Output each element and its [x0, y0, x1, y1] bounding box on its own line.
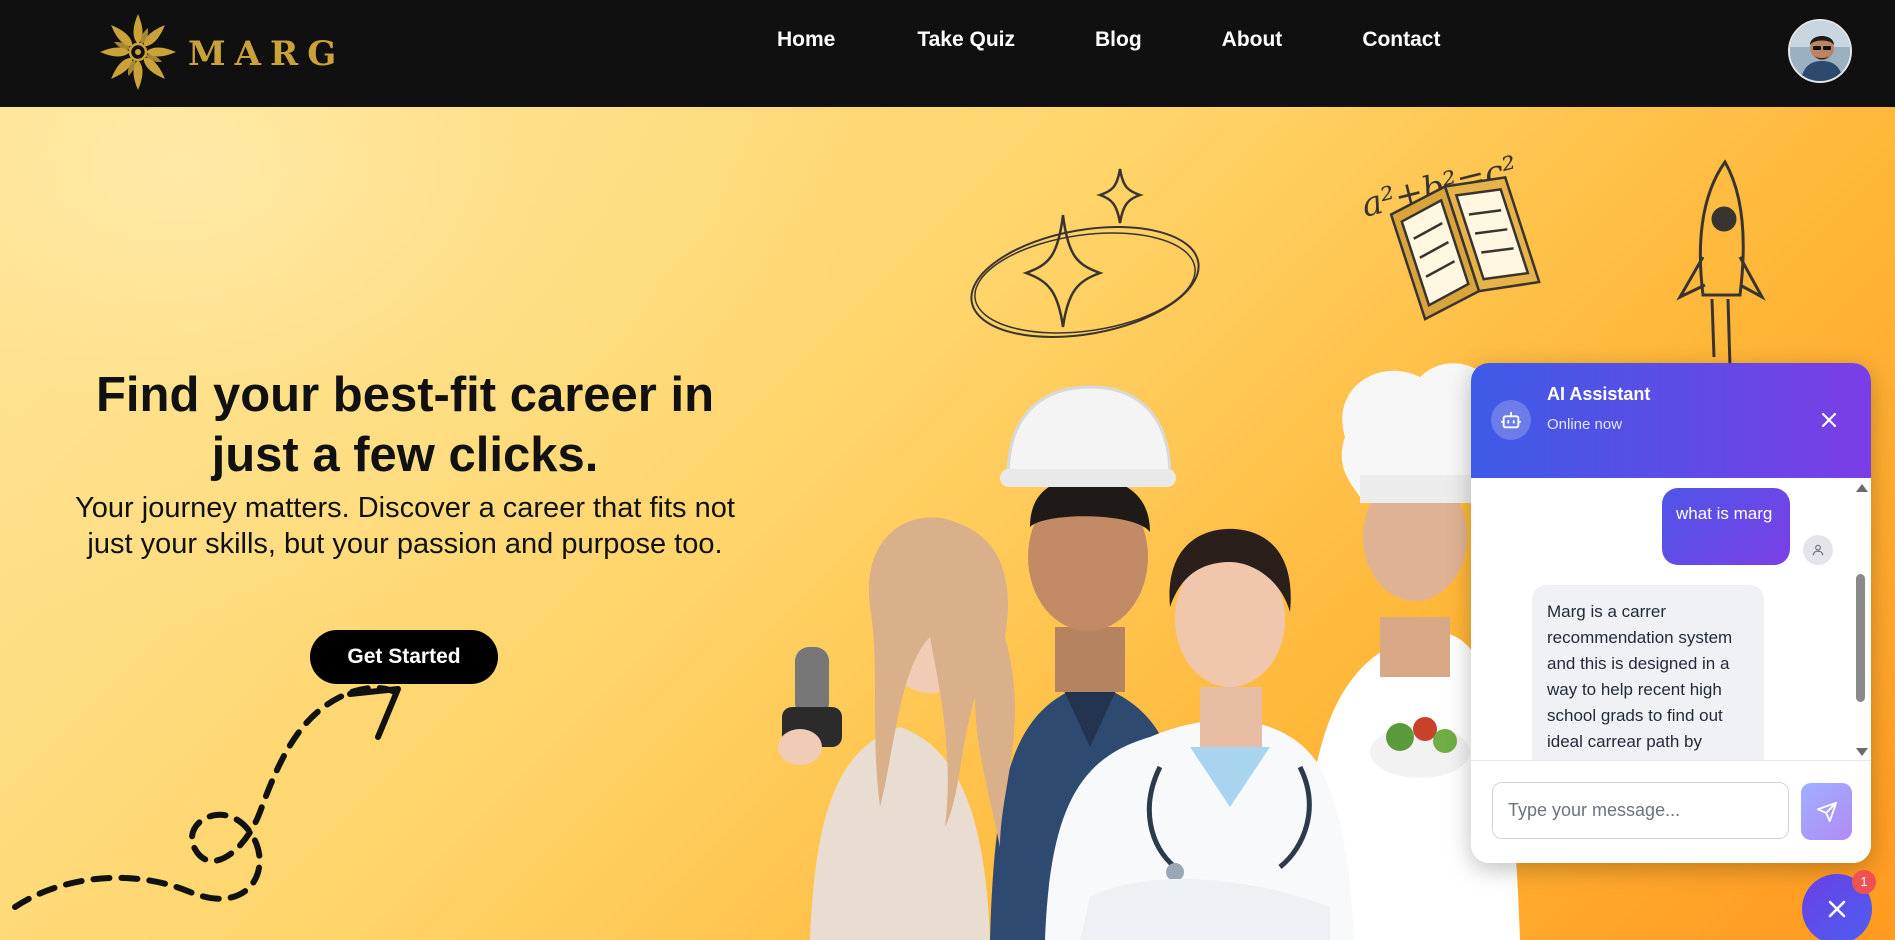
bot-message-bubble: Marg is a carrer recommendation system a…: [1532, 585, 1764, 760]
chat-status: Online now: [1547, 416, 1623, 433]
chat-scrollbar[interactable]: [1852, 478, 1869, 760]
chat-title: AI Assistant: [1547, 384, 1651, 404]
send-icon: [1816, 801, 1837, 822]
chat-header: AI Assistant Online now: [1471, 363, 1871, 478]
scrollbar-thumb[interactable]: [1856, 574, 1865, 702]
sun-flower-logo-icon: [100, 14, 176, 90]
hero-subtitle: Your journey matters. Discover a career …: [75, 492, 735, 560]
nav-link-blog[interactable]: Blog: [1095, 28, 1142, 52]
orbit-ellipse-inner-doodle: [974, 232, 1196, 334]
get-started-button[interactable]: Get Started: [310, 630, 498, 684]
close-icon: [1821, 412, 1837, 428]
chat-footer: [1471, 760, 1871, 863]
top-navbar: MARG Home Take Quiz Blog About Contact: [0, 0, 1895, 107]
chat-close-button[interactable]: [1816, 407, 1842, 433]
main-nav: Home Take Quiz Blog About Contact: [777, 28, 1440, 52]
nav-link-home[interactable]: Home: [777, 28, 835, 52]
notification-badge: 1: [1852, 870, 1876, 894]
rocket-icon: [1676, 159, 1766, 368]
nav-link-contact[interactable]: Contact: [1362, 28, 1440, 52]
chat-widget: AI Assistant Online now what is marg Mar…: [1471, 363, 1871, 863]
professionals-group-image: [778, 363, 1520, 940]
avatar-photo: [1790, 21, 1850, 81]
chat-message-input[interactable]: [1492, 782, 1789, 839]
user-message-bubble: what is marg: [1662, 488, 1790, 565]
nav-link-about[interactable]: About: [1222, 28, 1283, 52]
user-icon: [1803, 535, 1833, 565]
sparkle-small-icon: [1096, 168, 1144, 224]
scroll-down-arrow-icon[interactable]: [1856, 748, 1868, 756]
robot-icon: [1491, 400, 1531, 440]
hero-title: Find your best-fit career in just a few …: [95, 368, 715, 482]
user-avatar[interactable]: [1788, 19, 1852, 83]
send-button[interactable]: [1801, 783, 1852, 840]
nav-link-take-quiz[interactable]: Take Quiz: [917, 28, 1015, 52]
brand-name: MARG: [188, 34, 346, 74]
arrow-head-icon: [347, 686, 401, 740]
chat-messages[interactable]: what is marg Marg is a carrer recommenda…: [1471, 478, 1871, 760]
brand-logo[interactable]: MARG: [92, 12, 362, 92]
scroll-up-arrow-icon[interactable]: [1856, 484, 1868, 492]
close-icon: [1828, 900, 1846, 918]
sparkle-large-icon: [1022, 214, 1104, 328]
dashed-arrow-doodle: [12, 684, 398, 910]
